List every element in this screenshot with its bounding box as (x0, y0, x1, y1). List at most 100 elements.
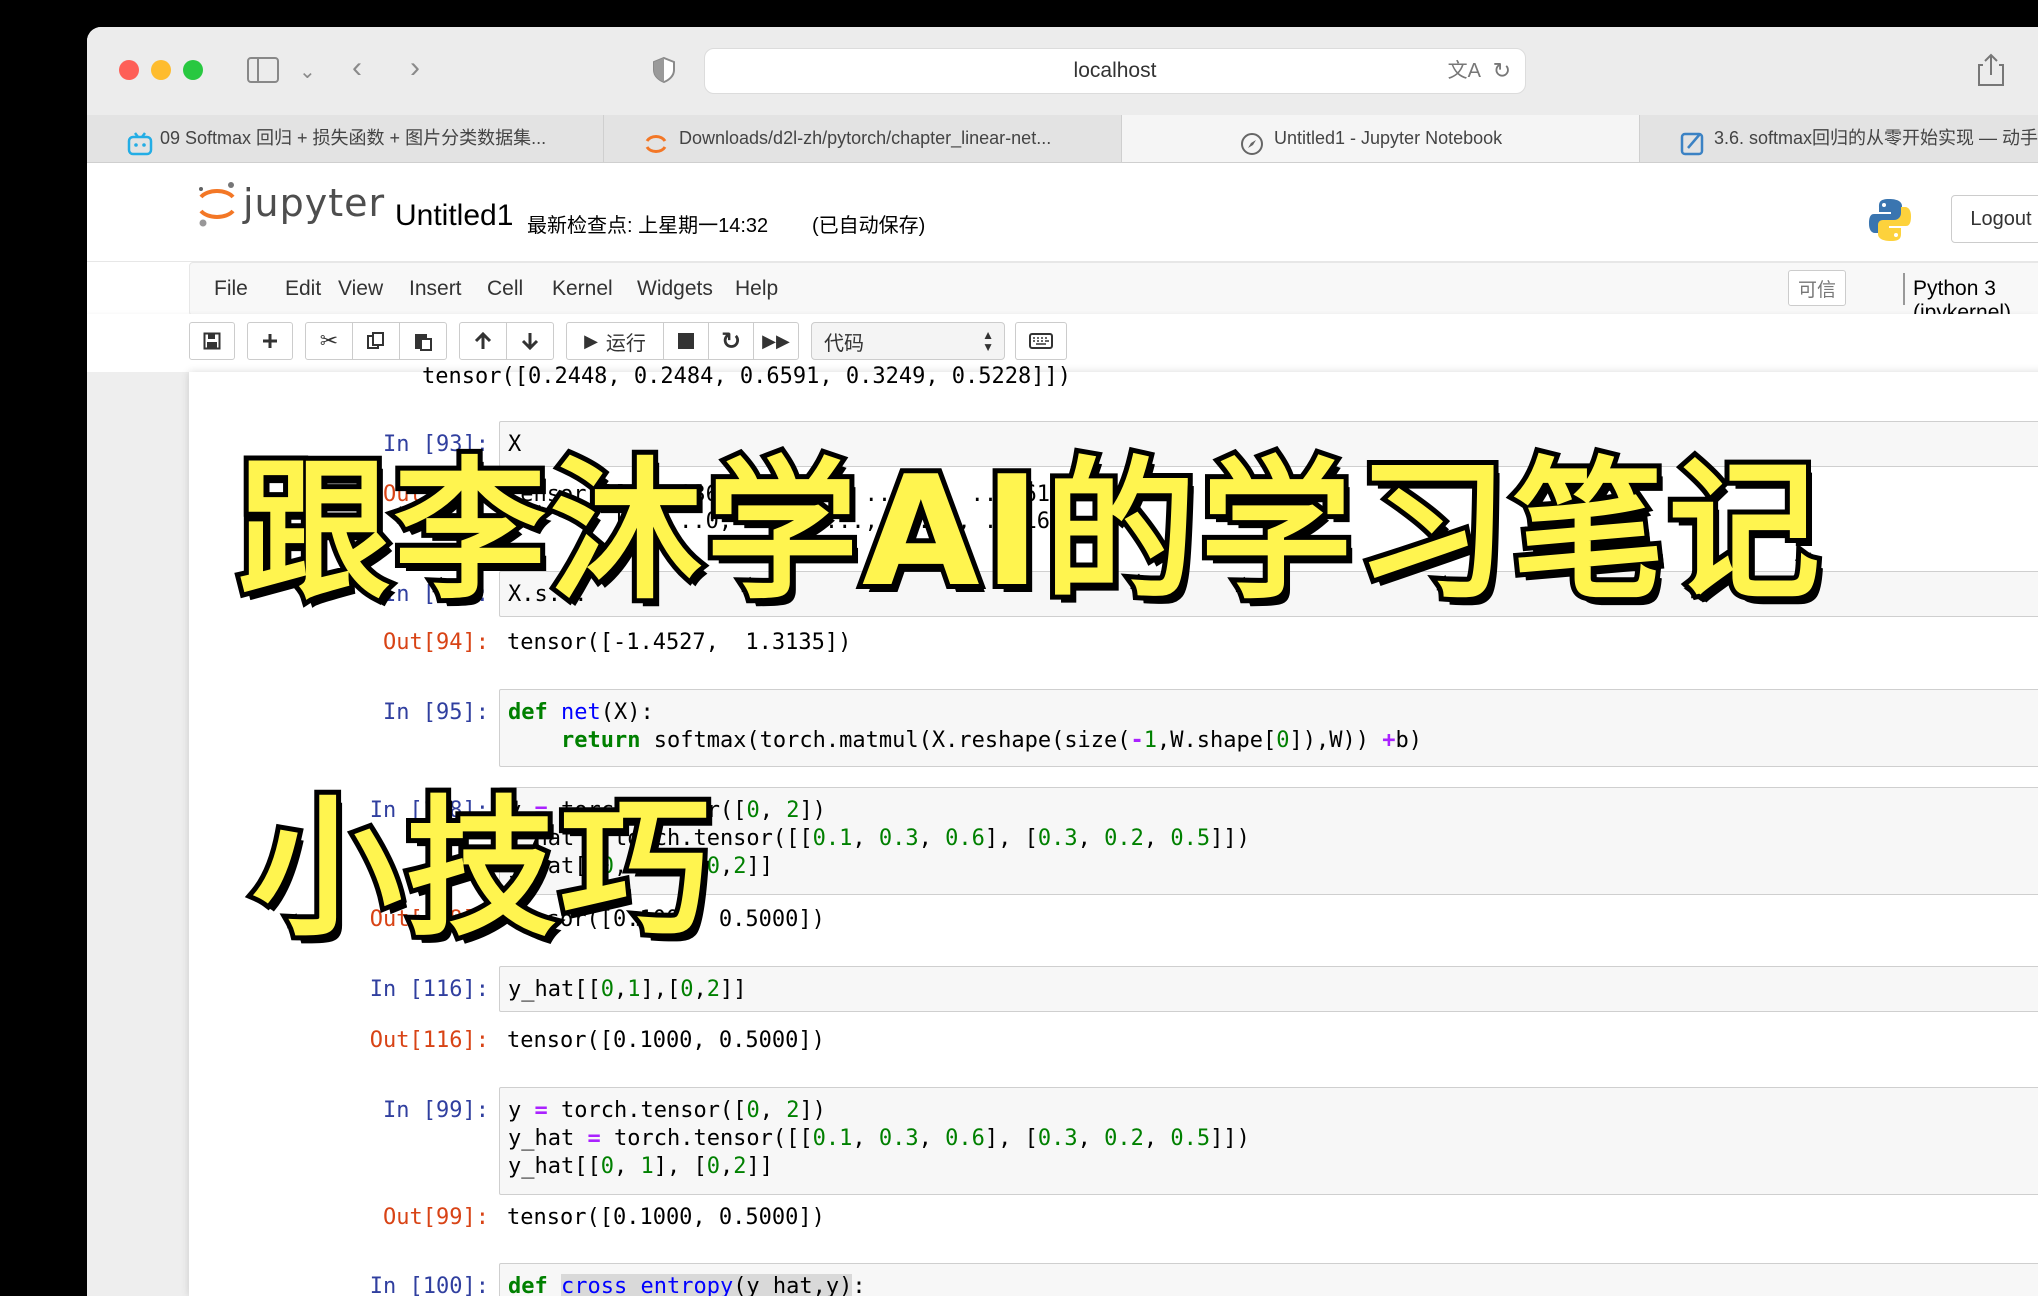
tab-d2l[interactable]: 3.6. softmax回归的从零开始实现 — 动手 (1640, 115, 2038, 162)
d2l-icon (1680, 127, 1704, 156)
jupyter-header: jupyter Untitled1 最新检查点: 上星期一14:32 (已自动保… (87, 163, 2038, 261)
in-prompt: In [99]: (383, 1098, 489, 1123)
select-arrows-icon: ▲ ▼ (982, 328, 994, 354)
plus-icon (263, 334, 277, 348)
copy-icon (367, 332, 384, 349)
browser-toolbar: ⌄ ‹ › localhost 文A ↻ (87, 27, 2038, 116)
jupyter-logo[interactable]: jupyter (195, 179, 384, 234)
menu-help[interactable]: Help (735, 277, 778, 301)
python-logo-icon (1867, 197, 1913, 248)
menu-edit[interactable]: Edit (285, 277, 321, 301)
tab-title: 3.6. softmax回归的从零开始实现 — 动手 (1714, 128, 2038, 148)
autosave-status: (已自动保存) (812, 215, 926, 237)
code-line: y_hat[[0, 1], [0,2]] (508, 1154, 773, 1179)
save-button[interactable] (189, 322, 235, 360)
keyboard-icon (1029, 333, 1053, 349)
in-prompt: In [116]: (369, 977, 489, 1002)
fast-forward-icon: ▶▶ (762, 330, 790, 351)
cell-type-select[interactable]: 代码 ▲ ▼ (811, 322, 1005, 360)
out-prompt: Out[94]: (383, 630, 489, 655)
tab-untitled1[interactable]: Untitled1 - Jupyter Notebook (1122, 115, 1640, 162)
menu-view[interactable]: View (338, 277, 383, 301)
run-button[interactable]: ▶ 运行 (566, 322, 664, 360)
copy-button[interactable] (352, 322, 400, 360)
tab-bilibili[interactable]: 09 Softmax 回归 + 损失函数 + 图片分类数据集... (87, 115, 604, 162)
cut-button[interactable]: ✂ (305, 322, 353, 360)
run-label: 运行 (605, 332, 646, 355)
partial-output: tensor([0.2448, 0.2484, 0.6591, 0.3249, … (422, 364, 1072, 389)
tab-title: 09 Softmax 回归 + 损失函数 + 图片分类数据集... (160, 128, 547, 148)
share-icon[interactable] (1977, 53, 2005, 92)
address-bar[interactable]: localhost 文A ↻ (704, 48, 1526, 94)
translate-icon[interactable]: 文A (1448, 49, 1481, 93)
menu-kernel[interactable]: Kernel (552, 277, 613, 301)
menu-file[interactable]: File (214, 277, 248, 301)
jupyter-tab-icon (644, 127, 668, 153)
code-cell[interactable]: def net(X): return softmax(torch.matmul(… (499, 689, 2038, 767)
arrow-down-icon (521, 333, 539, 351)
logout-button[interactable]: Logout (1951, 195, 2038, 243)
restart-icon: ↻ (720, 327, 742, 355)
checkpoint-status: 最新检查点: 上星期一14:32 (527, 215, 769, 237)
restart-button[interactable]: ↻ (708, 322, 754, 360)
notebook-name[interactable]: Untitled1 (395, 199, 513, 233)
overlay-title: 跟李沐学AI的学习笔记 (233, 438, 1825, 625)
output-line: tensor([0.1000, 0.5000]) (507, 1205, 825, 1230)
overlay-subtitle: 小技巧 (247, 778, 715, 962)
kernel-divider (1903, 273, 1905, 305)
trusted-label: 可信 (1797, 279, 1836, 301)
save-icon (203, 332, 221, 350)
code-line: y = torch.tensor([0, 2]) (508, 1098, 826, 1123)
interrupt-button[interactable] (663, 322, 709, 360)
menu-cell[interactable]: Cell (487, 277, 523, 301)
code-line: y_hat = torch.tensor([[0.1, 0.3, 0.6], [… (508, 1126, 1250, 1151)
out-prompt: Out[116]: (369, 1028, 489, 1053)
tab-title: Downloads/d2l-zh/pytorch/chapter_linear-… (679, 128, 1052, 148)
move-up-button[interactable] (459, 322, 507, 360)
zoom-window-button[interactable] (183, 60, 203, 80)
chevron-down-icon[interactable]: ⌄ (299, 57, 316, 87)
insert-cell-button[interactable] (247, 322, 293, 360)
paste-button[interactable] (399, 322, 447, 360)
restart-run-all-button[interactable]: ▶▶ (753, 322, 799, 360)
cell-type-value: 代码 (824, 332, 864, 355)
stop-icon (678, 333, 694, 349)
privacy-shield-icon[interactable] (652, 56, 676, 89)
command-palette-button[interactable] (1015, 322, 1067, 360)
tab-title: Untitled1 - Jupyter Notebook (1274, 128, 1503, 148)
menu-bar-inner: File Edit View Insert Cell Kernel Widget… (189, 262, 2038, 324)
trusted-button[interactable]: 可信 (1788, 270, 1846, 306)
menu-widgets[interactable]: Widgets (637, 277, 713, 301)
code-cell[interactable]: y = torch.tensor([0, 2]) y_hat = torch.t… (499, 787, 2038, 895)
output-line: tensor([-1.4527, 1.3135]) (507, 630, 852, 655)
out-prompt: Out[99]: (383, 1205, 489, 1230)
arrow-up-icon (474, 331, 492, 349)
code-cell[interactable]: y_hat[[0,1],[0,2]] (499, 966, 2038, 1012)
code-line: def net(X): (508, 700, 654, 725)
minimize-window-button[interactable] (151, 60, 171, 80)
browser-window: ⌄ ‹ › localhost 文A ↻ 09 Softmax 回归 + 损失函… (87, 27, 2038, 1296)
menu-insert[interactable]: Insert (409, 277, 462, 301)
play-icon: ▶ (584, 330, 598, 351)
code-line: y_hat[[0,1],[0,2]] (508, 977, 747, 1002)
jupyter-wordmark: jupyter (243, 181, 386, 225)
reload-icon[interactable]: ↻ (1493, 49, 1511, 93)
forward-arrow-icon[interactable]: › (410, 53, 420, 83)
tab-bar: 09 Softmax 回归 + 损失函数 + 图片分类数据集... Downlo… (87, 115, 2038, 163)
logout-label: Logout (1970, 207, 2032, 230)
sidebar-icon[interactable] (247, 57, 279, 83)
code-line: def cross_entropy(y_hat,y): (508, 1274, 866, 1296)
menu-bar: File Edit View Insert Cell Kernel Widget… (87, 261, 2038, 324)
code-cell[interactable]: def cross_entropy(y_hat,y): return -torc… (499, 1263, 2038, 1296)
tab-downloads[interactable]: Downloads/d2l-zh/pytorch/chapter_linear-… (604, 115, 1122, 162)
back-arrow-icon[interactable]: ‹ (352, 53, 362, 83)
url-text: localhost (1073, 59, 1157, 82)
in-prompt: In [95]: (383, 700, 489, 725)
move-down-button[interactable] (506, 322, 554, 360)
paste-icon (415, 334, 432, 351)
code-cell[interactable]: y = torch.tensor([0, 2]) y_hat = torch.t… (499, 1087, 2038, 1195)
output-line: tensor([0.1000, 0.5000]) (507, 1028, 825, 1053)
compass-icon (1240, 127, 1264, 155)
close-window-button[interactable] (119, 60, 139, 80)
bilibili-icon (127, 127, 153, 156)
